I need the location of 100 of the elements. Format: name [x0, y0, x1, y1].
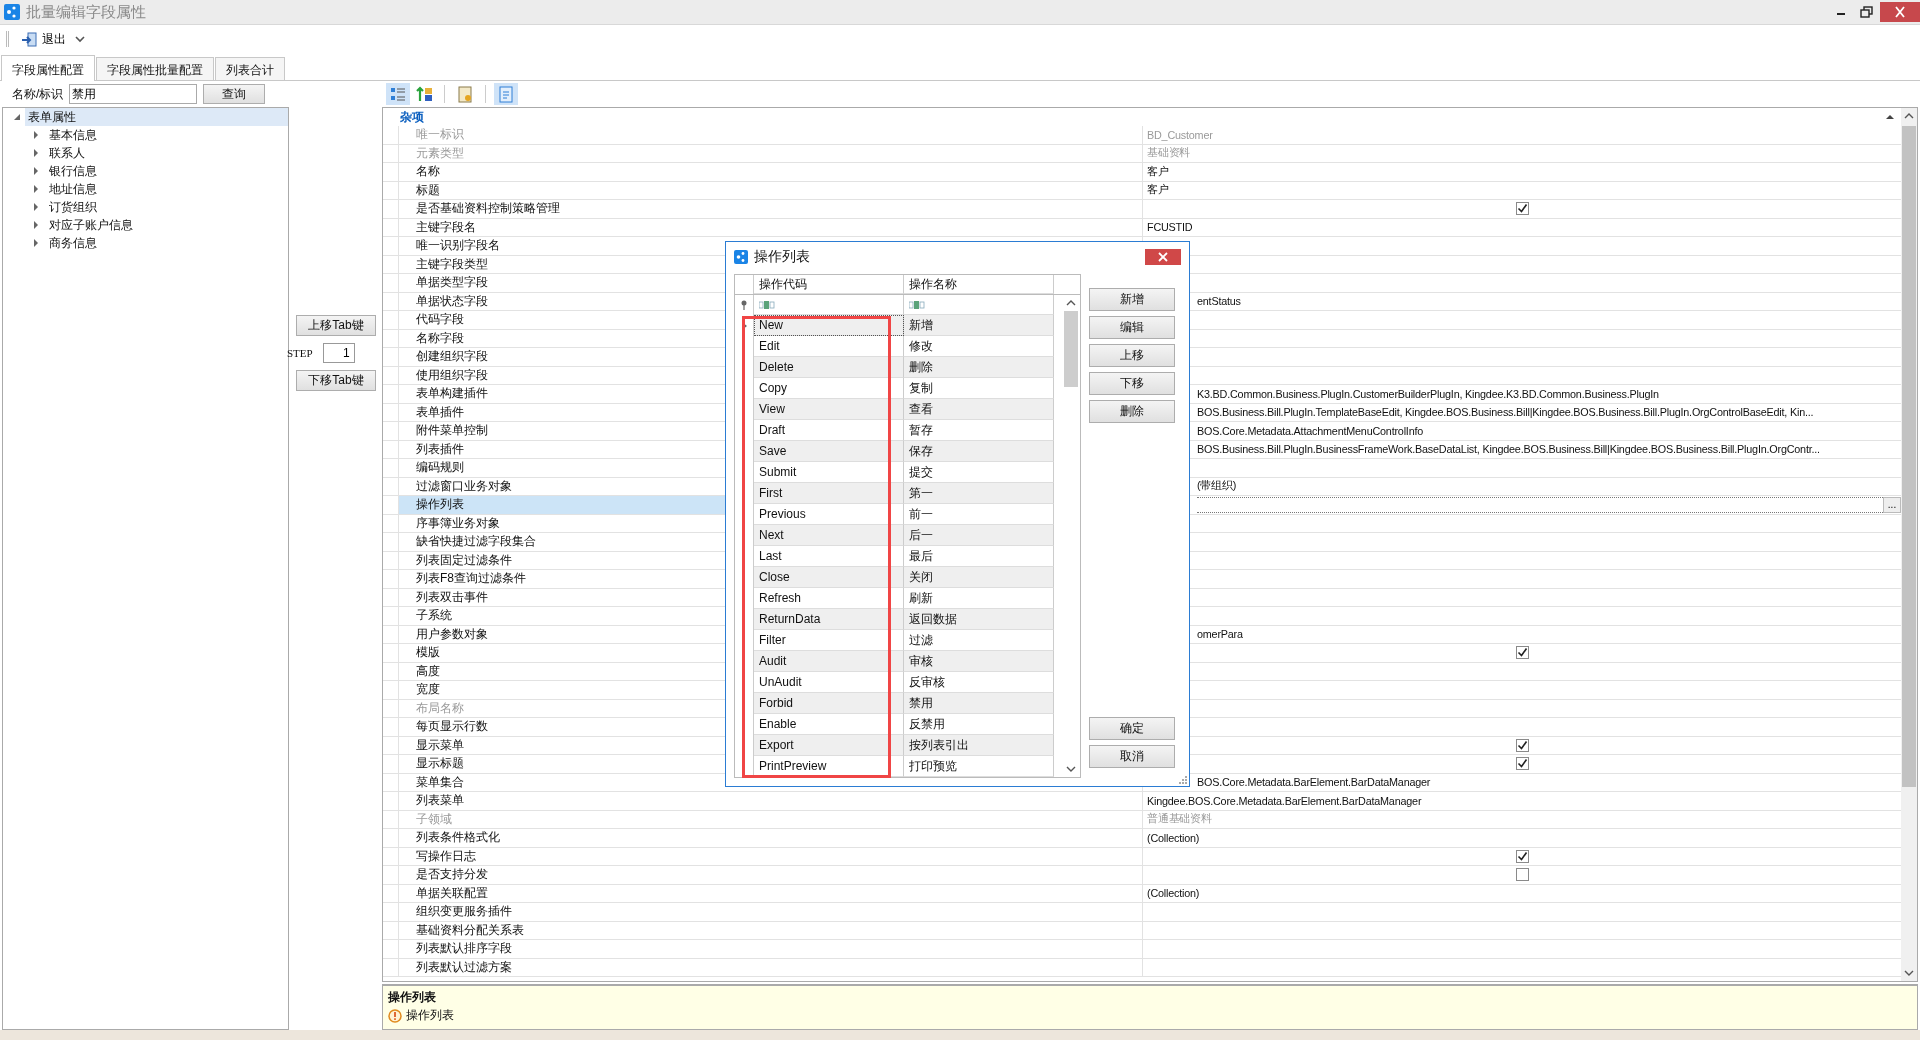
tab[interactable]: 列表合计 — [215, 57, 285, 80]
value-field[interactable] — [1197, 496, 1883, 513]
checkbox[interactable] — [1515, 202, 1529, 216]
move-up-button[interactable]: 上移Tab键 — [296, 315, 376, 336]
search-field[interactable]: 禁用 — [69, 84, 198, 104]
dialog-button[interactable]: 上移 — [1089, 344, 1175, 367]
exit-button[interactable]: 退出 — [17, 30, 70, 48]
property-label[interactable]: 列表默认过滤方案 — [398, 958, 1143, 976]
checkbox[interactable] — [1515, 738, 1529, 752]
property-label[interactable]: 写操作日志 — [398, 847, 1143, 865]
checkbox[interactable] — [1515, 646, 1529, 660]
checkbox[interactable] — [1515, 757, 1529, 771]
property-label[interactable]: 单据关联配置 — [398, 884, 1143, 902]
resize-grip-icon[interactable] — [1179, 776, 1187, 784]
table-cell[interactable]: 打印预览 — [904, 756, 1054, 777]
expander-icon[interactable] — [34, 131, 38, 139]
table-cell[interactable]: 禁用 — [904, 693, 1054, 714]
dialog-button[interactable]: 下移 — [1089, 372, 1175, 395]
property-label[interactable]: 是否支持分发 — [398, 866, 1143, 884]
tree-item[interactable]: 联系人 — [46, 144, 88, 162]
move-down-button[interactable]: 下移Tab键 — [296, 370, 376, 391]
dialog-button[interactable]: 取消 — [1089, 745, 1175, 768]
scroll-thumb[interactable] — [1902, 126, 1916, 787]
search-label: 名称/标识 — [12, 85, 64, 103]
dialog-button[interactable]: 删除 — [1089, 400, 1175, 423]
property-label[interactable]: 是否基础资料控制策略管理 — [398, 200, 1143, 218]
table-cell[interactable]: First — [754, 483, 904, 504]
property-label[interactable]: 列表默认排序字段 — [398, 940, 1143, 958]
window-title: 批量编辑字段属性 — [26, 2, 146, 22]
expander-icon[interactable] — [34, 149, 38, 157]
category-header: 杂项 — [400, 108, 424, 126]
property-label[interactable]: 名称 — [398, 163, 1143, 181]
checkbox[interactable] — [1515, 868, 1529, 882]
table-cell[interactable]: Next — [754, 525, 904, 546]
table-cell[interactable]: 审核 — [904, 651, 1054, 672]
warning-icon — [388, 1008, 402, 1023]
property-value: Kingdee.BOS.Core.Metadata.BarElement.BarDataManager — [1147, 794, 1422, 807]
table-cell[interactable]: 保存 — [904, 441, 1054, 462]
expander-icon[interactable] — [34, 167, 38, 175]
property-label[interactable]: 列表菜单 — [398, 792, 1143, 810]
table-cell[interactable]: 返回数据 — [904, 609, 1054, 630]
property-value: omerPara — [1197, 628, 1243, 641]
description-title: 操作列表 — [388, 989, 437, 1006]
description-text: 操作列表 — [406, 1007, 454, 1024]
dialog-title: 操作列表 — [754, 248, 810, 266]
tree-item[interactable]: 地址信息 — [46, 180, 100, 198]
table-cell[interactable]: Forbid — [754, 693, 904, 714]
property-label[interactable]: 主键字段名 — [398, 218, 1143, 236]
property-value: (带组织) — [1197, 479, 1237, 494]
expander-icon[interactable] — [34, 185, 38, 193]
tab[interactable]: 字段属性配置 — [1, 55, 95, 81]
property-value: entStatus — [1197, 295, 1241, 308]
table-cell[interactable]: 删除 — [904, 357, 1054, 378]
step-label: STEP — [287, 347, 313, 359]
tree-item[interactable]: 商务信息 — [46, 234, 100, 252]
expander-icon[interactable] — [34, 239, 38, 247]
table-cell[interactable]: 后一 — [904, 525, 1054, 546]
dialog-button[interactable]: 新增 — [1089, 288, 1175, 311]
dialog-button[interactable]: 编辑 — [1089, 316, 1175, 339]
table-cell[interactable]: View — [754, 399, 904, 420]
scrollbar[interactable] — [1901, 108, 1917, 981]
table-cell[interactable]: 查看 — [904, 399, 1054, 420]
close-icon[interactable] — [1880, 2, 1920, 22]
table-cell[interactable]: 关闭 — [904, 567, 1054, 588]
query-button[interactable]: 查询 — [203, 84, 266, 104]
tab[interactable]: 字段属性批量配置 — [96, 57, 214, 80]
tree-item[interactable]: 表单属性 — [25, 108, 288, 126]
tree-item[interactable]: 基本信息 — [46, 126, 100, 144]
table-cell[interactable]: Audit — [754, 651, 904, 672]
property-label[interactable]: 标题 — [398, 181, 1143, 199]
table-cell[interactable]: Save — [754, 441, 904, 462]
step-field[interactable]: 1 — [322, 343, 355, 363]
checkbox[interactable] — [1515, 849, 1529, 863]
table-cell[interactable]: ReturnData — [754, 609, 904, 630]
tree-item[interactable]: 订货组织 — [46, 198, 100, 216]
close-icon[interactable] — [1145, 249, 1181, 265]
tree-item[interactable]: 银行信息 — [46, 162, 100, 180]
tree-item[interactable]: 对应子账户信息 — [46, 216, 136, 234]
table-cell[interactable]: 第一 — [904, 483, 1054, 504]
expander-icon[interactable] — [34, 221, 38, 229]
column-header[interactable]: 操作名称 — [904, 275, 1054, 294]
property-label[interactable]: 基础资料分配关系表 — [398, 921, 1143, 939]
table-cell[interactable]: Export — [754, 735, 904, 756]
dialog-button[interactable]: 确定 — [1089, 717, 1175, 740]
table-cell[interactable]: PrintPreview — [754, 756, 904, 777]
scroll-thumb[interactable] — [1064, 311, 1078, 387]
check-icon — [1516, 850, 1528, 862]
caret-icon[interactable] — [74, 34, 86, 44]
table-cell[interactable]: Close — [754, 567, 904, 588]
ellipsis-button[interactable]: ... — [1883, 496, 1901, 513]
table-cell[interactable]: 按列表引出 — [904, 735, 1054, 756]
collapse-icon[interactable] — [1885, 112, 1895, 122]
column-header[interactable]: 操作代码 — [754, 275, 904, 294]
property-label[interactable]: 列表条件格式化 — [398, 829, 1143, 847]
table-cell[interactable]: 新增 — [904, 315, 1054, 336]
expander-icon[interactable] — [34, 203, 38, 211]
text-filter-icon[interactable] — [909, 299, 925, 310]
property-label[interactable]: 组织变更服务插件 — [398, 903, 1143, 921]
text-filter-icon[interactable] — [759, 299, 775, 310]
table-cell[interactable]: Delete — [754, 357, 904, 378]
